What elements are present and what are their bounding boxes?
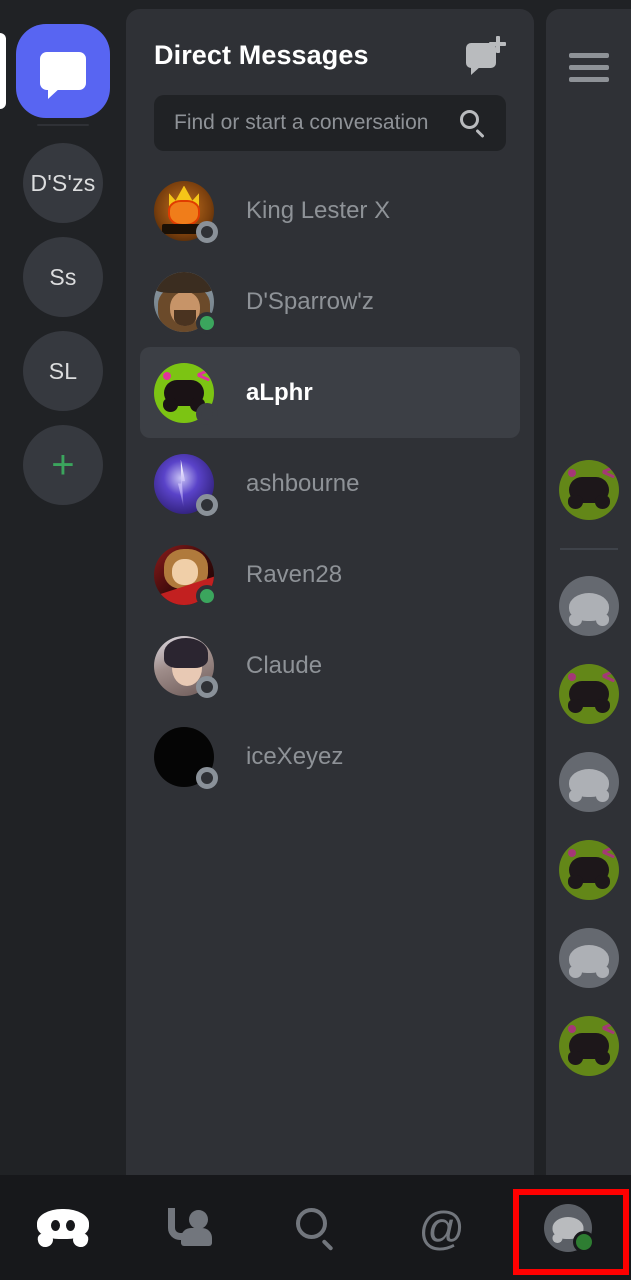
plus-icon: +	[23, 425, 103, 505]
list-item[interactable]: Raven28	[140, 529, 520, 620]
nav-item-search[interactable]	[252, 1175, 378, 1280]
sidebar-item-server-0[interactable]: D'S'zs	[0, 136, 126, 230]
member-avatar[interactable]	[558, 928, 619, 988]
nav-item-servers[interactable]	[0, 1175, 126, 1280]
avatar	[154, 635, 218, 698]
member-avatar-list	[546, 460, 631, 1104]
list-item[interactable]: iceXeyez	[140, 711, 520, 802]
discord-logo-icon	[36, 1208, 90, 1248]
list-item-label: iceXeyez	[246, 742, 344, 770]
search-placeholder: Find or start a conversation	[174, 111, 429, 134]
direct-messages-home-button[interactable]	[16, 24, 110, 118]
search-input[interactable]: Find or start a conversation	[154, 95, 506, 151]
member-avatar[interactable]	[558, 664, 619, 724]
list-item-label: ashbourne	[246, 469, 360, 497]
status-badge	[196, 675, 218, 698]
list-item-label: Claude	[246, 651, 323, 679]
member-avatar[interactable]	[558, 576, 619, 636]
status-badge	[572, 1230, 595, 1253]
list-item-label: D'Sparrow'z	[246, 287, 374, 315]
list-item-label: Raven28	[246, 560, 343, 588]
sidebar-item-server-1[interactable]: Ss	[0, 230, 126, 324]
status-badge	[196, 220, 218, 243]
list-item-label: aLphr	[246, 378, 313, 406]
member-list-divider	[559, 548, 618, 550]
server-icon-label: SL	[23, 331, 103, 411]
sidebar-item-server-2[interactable]: SL	[0, 324, 126, 418]
member-avatar[interactable]	[558, 460, 619, 520]
status-badge	[196, 311, 218, 334]
profile-avatar-icon	[543, 1203, 595, 1253]
server-icon-label: D'S'zs	[23, 143, 103, 223]
member-avatar[interactable]	[558, 1016, 619, 1076]
avatar	[154, 726, 218, 789]
member-list-panel	[546, 9, 631, 1175]
friends-icon	[166, 1206, 213, 1250]
add-server-button[interactable]: +	[0, 418, 126, 512]
list-item-label: King Lester X	[246, 196, 391, 224]
avatar	[154, 453, 218, 516]
status-badge	[196, 584, 218, 607]
list-item[interactable]: Claude	[140, 620, 520, 711]
avatar	[154, 362, 218, 425]
direct-messages-panel: Direct Messages Find or start a conversa…	[126, 9, 534, 1175]
search-icon	[295, 1207, 336, 1251]
new-message-icon[interactable]	[466, 35, 506, 75]
hamburger-menu-icon[interactable]	[568, 53, 609, 82]
list-item[interactable]: King Lester X	[140, 165, 520, 256]
list-item-selected[interactable]: aLphr	[140, 347, 520, 438]
server-icon-label: Ss	[23, 237, 103, 317]
nav-item-friends[interactable]	[126, 1175, 252, 1280]
discord-mobile-screen: D'S'zs Ss SL + Direct Messages Find or s…	[0, 0, 631, 1280]
at-icon: @	[418, 1201, 466, 1254]
status-badge	[196, 402, 218, 425]
list-item[interactable]: ashbourne	[140, 438, 520, 529]
member-avatar[interactable]	[558, 752, 619, 812]
dm-panel-header: Direct Messages	[126, 9, 534, 75]
nav-item-mentions[interactable]: @	[379, 1175, 505, 1280]
list-item[interactable]: D'Sparrow'z	[140, 256, 520, 347]
server-rail-divider	[37, 124, 89, 126]
bottom-navigation-bar: @	[0, 1175, 631, 1280]
search-icon	[460, 110, 486, 139]
nav-item-profile[interactable]	[505, 1175, 631, 1280]
server-rail-home-slot	[0, 24, 126, 118]
page-title: Direct Messages	[154, 39, 369, 70]
server-rail: D'S'zs Ss SL +	[0, 0, 126, 1175]
avatar	[154, 271, 218, 334]
dm-bubble-icon	[40, 52, 86, 99]
avatar	[154, 544, 218, 607]
status-badge	[196, 766, 218, 789]
active-server-indicator	[0, 33, 6, 109]
avatar	[154, 180, 218, 243]
dm-conversation-list: King Lester X D'Sparrow'z aLphr ashbourn…	[126, 165, 534, 802]
member-avatar[interactable]	[558, 840, 619, 900]
status-badge	[196, 493, 218, 516]
